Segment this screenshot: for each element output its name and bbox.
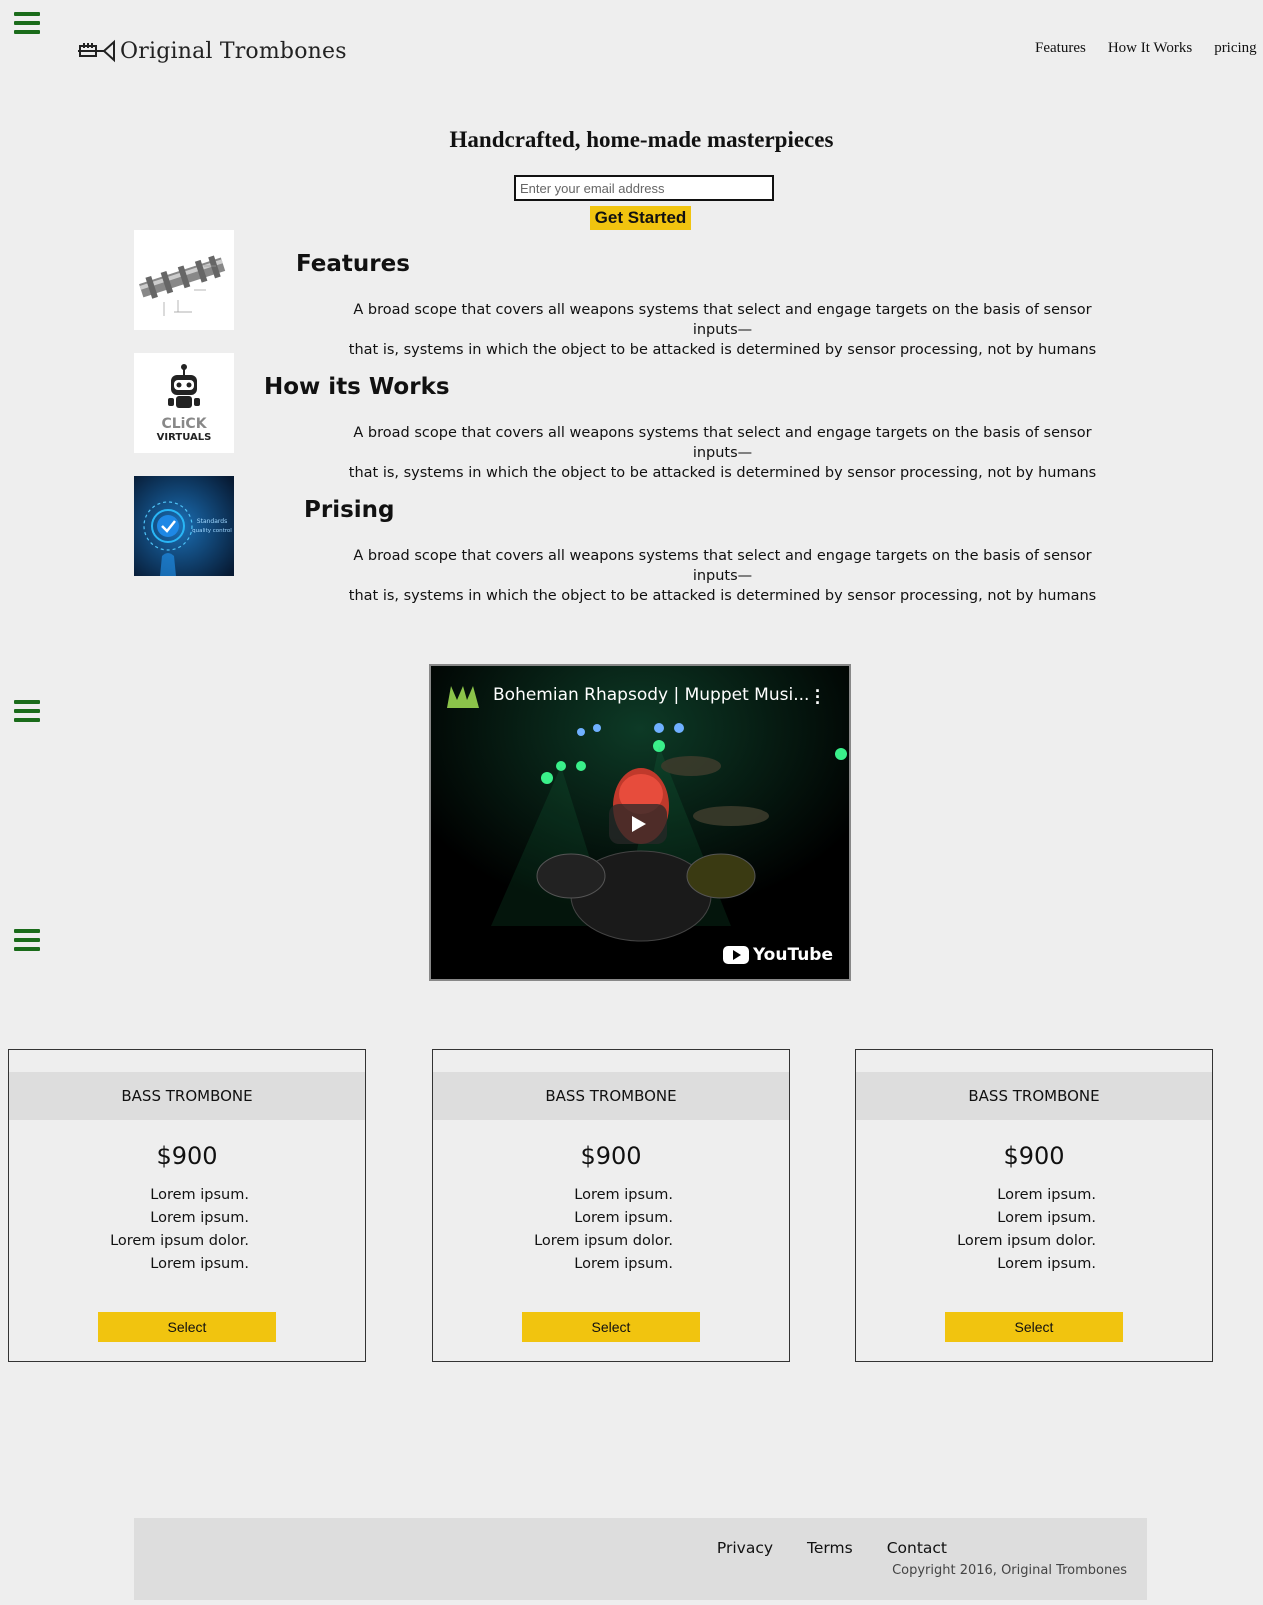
feature-description: A broad scope that covers all weapons sy…	[340, 300, 1105, 360]
pricing-card-title: BASS TROMBONE	[433, 1072, 789, 1120]
footer-link-contact[interactable]: Contact	[887, 1539, 947, 1557]
quality-control-image-text: Standards	[197, 518, 227, 525]
youtube-label: YouTube	[752, 945, 833, 965]
feature-description-line: A broad scope that covers all weapons sy…	[353, 302, 1092, 338]
brand-name: Original Trombones	[120, 38, 347, 64]
youtube-logo[interactable]: YouTube	[722, 945, 833, 965]
pricing-card-title: BASS TROMBONE	[856, 1072, 1212, 1120]
quality-control-image-text: quality control	[192, 528, 232, 534]
nav-link-how-it-works[interactable]: How It Works	[1108, 40, 1192, 57]
pricing-card: BASS TROMBONE $900 Lorem ipsum. Lorem ip…	[855, 1049, 1213, 1362]
play-icon	[632, 816, 646, 832]
pricing-card-title: BASS TROMBONE	[9, 1072, 365, 1120]
pricing-card-features: Lorem ipsum. Lorem ipsum. Lorem ipsum do…	[97, 1184, 277, 1276]
list-item: Lorem ipsum.	[997, 1187, 1096, 1203]
list-item: Lorem ipsum.	[574, 1256, 673, 1272]
pricing-card-price: $900	[580, 1142, 642, 1170]
list-item: Lorem ipsum.	[574, 1210, 673, 1226]
feature-title: Features	[296, 251, 410, 277]
get-started-button[interactable]: Get Started	[590, 206, 691, 230]
select-button[interactable]: Select	[945, 1312, 1123, 1342]
feature-title: Prising	[304, 497, 395, 523]
feature-description-line: that is, systems in which the object to …	[348, 342, 1097, 358]
feature-description-line: A broad scope that covers all weapons sy…	[353, 548, 1092, 584]
video-embed[interactable]: Bohemian Rhapsody | Muppet Musi... · · · Y…	[429, 664, 851, 981]
footer-link-terms[interactable]: Terms	[807, 1539, 853, 1557]
youtube-icon	[722, 946, 749, 964]
feature-description-line: that is, systems in which the object to …	[348, 465, 1097, 481]
click-virtuals-logo-text: CLiCK	[161, 416, 207, 432]
pricing-card-price: $900	[1003, 1142, 1065, 1170]
pricing-card-price: $900	[156, 1142, 218, 1170]
feature-description-line: A broad scope that covers all weapons sy…	[353, 425, 1092, 461]
feature-description-line: that is, systems in which the object to …	[348, 588, 1097, 604]
footer-links: Privacy Terms Contact	[717, 1539, 947, 1557]
select-button[interactable]: Select	[98, 1312, 276, 1342]
feature-description: A broad scope that covers all weapons sy…	[340, 546, 1105, 606]
hamburger-menu-icon[interactable]	[14, 929, 40, 951]
trumpet-logo-icon	[78, 39, 115, 63]
pricing-card-features: Lorem ipsum. Lorem ipsum. Lorem ipsum do…	[521, 1184, 701, 1276]
pricing-card: BASS TROMBONE $900 Lorem ipsum. Lorem ip…	[8, 1049, 366, 1362]
list-item: Lorem ipsum.	[150, 1256, 249, 1272]
play-button[interactable]	[609, 804, 667, 844]
pricing-card: BASS TROMBONE $900 Lorem ipsum. Lorem ip…	[432, 1049, 790, 1362]
pricing-card-features: Lorem ipsum. Lorem ipsum. Lorem ipsum do…	[944, 1184, 1124, 1276]
robot-logo-image: CLiCK VIRTUALS	[134, 353, 234, 453]
quality-control-image: Standards quality control	[134, 476, 234, 576]
brand-logo[interactable]: Original Trombones	[76, 38, 347, 64]
hamburger-menu-icon[interactable]	[14, 700, 40, 722]
feature-title: How its Works	[264, 374, 450, 400]
click-virtuals-logo-text: VIRTUALS	[157, 432, 212, 443]
footer-link-privacy[interactable]: Privacy	[717, 1539, 773, 1557]
list-item: Lorem ipsum.	[150, 1187, 249, 1203]
hero-title: Handcrafted, home-made masterpieces	[449, 127, 834, 152]
select-button[interactable]: Select	[522, 1312, 700, 1342]
video-title[interactable]: Bohemian Rhapsody | Muppet Musi...	[493, 685, 809, 705]
nav-link-features[interactable]: Features	[1035, 40, 1086, 57]
hamburger-menu-icon[interactable]	[14, 12, 40, 34]
trombone-diagram-image	[134, 230, 234, 330]
list-item: Lorem ipsum dolor.	[534, 1233, 673, 1249]
nav-link-pricing[interactable]: pricing	[1214, 40, 1257, 57]
feature-description: A broad scope that covers all weapons sy…	[340, 423, 1105, 483]
list-item: Lorem ipsum dolor.	[110, 1233, 249, 1249]
main-nav: Features How It Works pricing	[1035, 40, 1263, 57]
list-item: Lorem ipsum.	[150, 1210, 249, 1226]
page-footer: Privacy Terms Contact Copyright 2016, Or…	[134, 1518, 1147, 1600]
more-vertical-icon[interactable]: · · ·	[815, 682, 821, 712]
list-item: Lorem ipsum dolor.	[957, 1233, 1096, 1249]
list-item: Lorem ipsum.	[574, 1187, 673, 1203]
copyright-text: Copyright 2016, Original Trombones	[892, 1563, 1127, 1578]
email-input[interactable]	[514, 175, 774, 201]
list-item: Lorem ipsum.	[997, 1256, 1096, 1272]
list-item: Lorem ipsum.	[997, 1210, 1096, 1226]
